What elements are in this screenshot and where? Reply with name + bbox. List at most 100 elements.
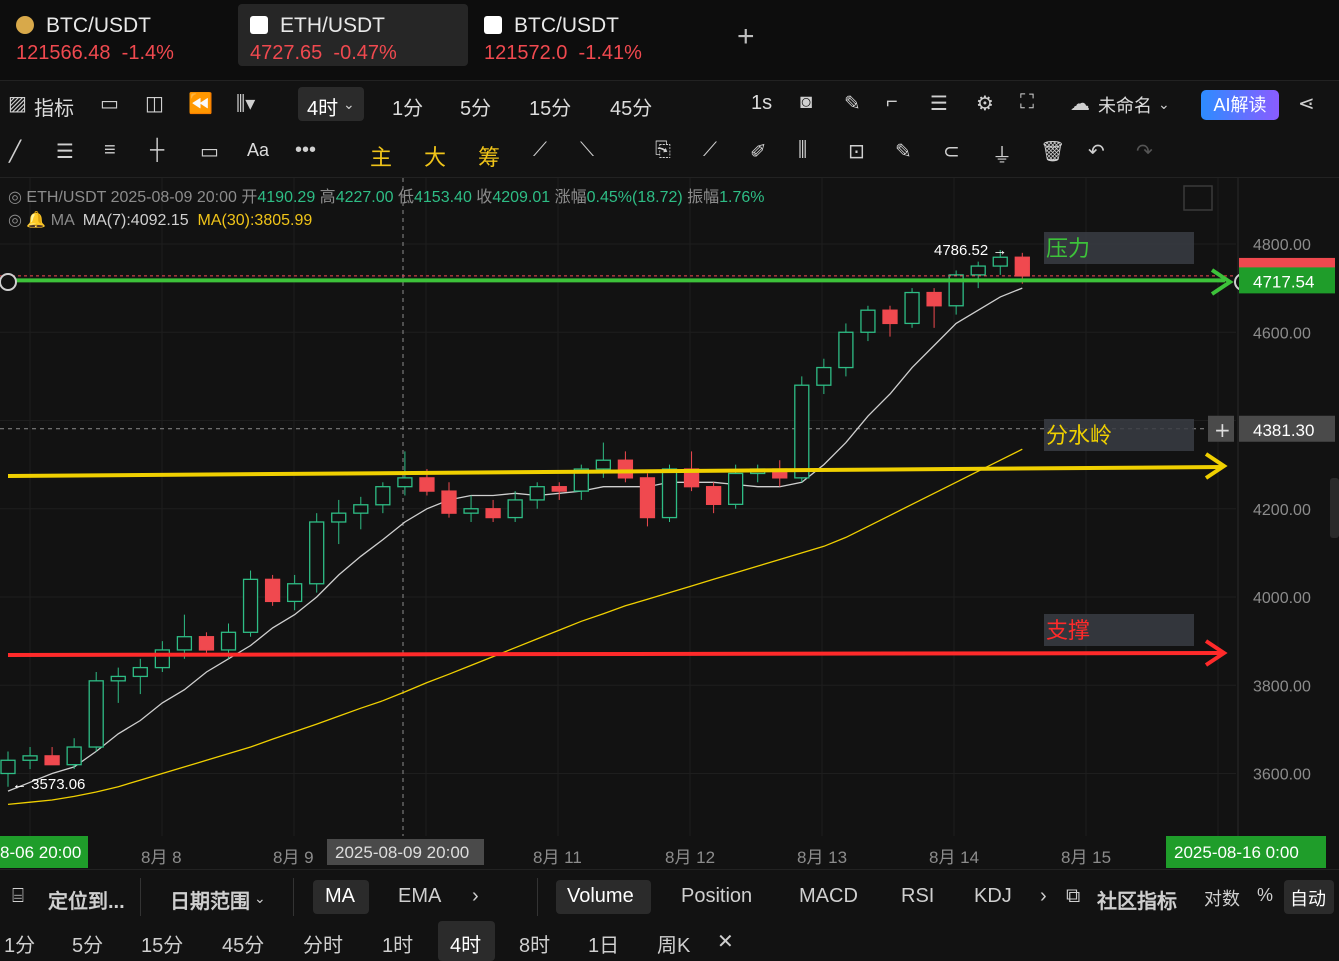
- close-icon[interactable]: ✕: [717, 929, 734, 954]
- locate-button[interactable]: 定位到...: [48, 885, 125, 914]
- pen-icon[interactable]: ✎: [844, 91, 861, 116]
- legend-eye-icon[interactable]: ◎: [8, 212, 26, 229]
- interval-5m[interactable]: 5分: [460, 92, 491, 121]
- period-4h[interactable]: 4时: [450, 929, 481, 958]
- candles-icon[interactable]: ⫼: [798, 139, 807, 162]
- indicator-macd[interactable]: MACD: [799, 885, 858, 908]
- indicator-kdj[interactable]: KDJ: [974, 885, 1012, 908]
- indicator-ema[interactable]: EMA: [398, 885, 441, 908]
- log-scale-toggle[interactable]: 对数: [1204, 885, 1240, 911]
- period-8h[interactable]: 8时: [519, 929, 550, 958]
- interval-45m[interactable]: 45分: [610, 92, 652, 121]
- magic-draw-icon[interactable]: ⟋: [533, 139, 547, 162]
- gear-icon[interactable]: ⚙: [976, 91, 994, 116]
- period-15m[interactable]: 15分: [141, 929, 183, 958]
- chart-area[interactable]: 压力 分水岭 支撑 4786.52 → ← 3573.06 4800.00 4600.00 4…: [0, 178, 1339, 836]
- candle-body: [463, 508, 479, 514]
- replay-icon[interactable]: ⏪: [188, 91, 213, 116]
- chevron-down-icon[interactable]: ⌄: [1158, 96, 1170, 113]
- interval-1s[interactable]: 1s: [751, 92, 772, 115]
- auto-scale-toggle[interactable]: 自动: [1290, 885, 1326, 911]
- indicator-position[interactable]: Position: [681, 885, 752, 908]
- redo-icon[interactable]: ↷: [1136, 139, 1153, 164]
- calendar-icon[interactable]: ▭: [100, 91, 119, 116]
- candle-body: [242, 578, 259, 633]
- ai-interpret-button[interactable]: AI解读: [1201, 90, 1279, 120]
- undo-icon[interactable]: ↶: [1088, 139, 1105, 164]
- crop-icon[interactable]: ⌐: [886, 91, 898, 114]
- trash-icon[interactable]: 🗑: [1040, 139, 1065, 164]
- interval-15m[interactable]: 15分: [529, 92, 571, 121]
- cloud-icon[interactable]: ☁: [1070, 91, 1090, 116]
- candle-body: [176, 636, 193, 651]
- indicator-ma[interactable]: MA: [325, 885, 355, 908]
- magnet-icon[interactable]: ⊂: [943, 139, 960, 164]
- locate-icon[interactable]: ⌸: [12, 885, 24, 908]
- candle-body: [1014, 256, 1030, 277]
- period-week[interactable]: 周K: [657, 929, 690, 958]
- time-axis-start: 8-06 20:00: [0, 843, 82, 862]
- community-indicators[interactable]: 社区指标: [1097, 885, 1177, 914]
- legend-eye-icon[interactable]: ◎: [8, 189, 26, 206]
- indicators-button[interactable]: 指标: [34, 92, 74, 121]
- chevron-right-icon[interactable]: ›: [1040, 885, 1047, 908]
- brush-icon[interactable]: ✐: [750, 139, 767, 164]
- text-tool[interactable]: Aa: [247, 140, 269, 161]
- candle-body: [529, 486, 545, 501]
- price-axis-label: 3600.00: [1253, 767, 1311, 784]
- candle-type-icon[interactable]: ⫼▾: [236, 91, 255, 116]
- bell-icon[interactable]: 🔔: [26, 212, 46, 229]
- tab-btc-usdt-spot[interactable]: BTC/USDT 121566.48 -1.4%: [4, 4, 230, 66]
- add-tab-icon[interactable]: +: [737, 20, 755, 54]
- parallel-lines-icon[interactable]: ☰: [56, 139, 74, 164]
- indicator-rsi[interactable]: RSI: [901, 885, 934, 908]
- more-icon[interactable]: •••: [295, 139, 316, 162]
- layout-name[interactable]: 未命名: [1098, 92, 1152, 118]
- camera-icon[interactable]: ◙: [800, 91, 812, 114]
- share-icon[interactable]: ⋖: [1298, 91, 1315, 116]
- horizontal-line-icon[interactable]: ┼: [150, 139, 164, 162]
- copy-icon[interactable]: ⎘: [655, 139, 671, 162]
- fullscreen-icon[interactable]: ⛶: [1020, 91, 1034, 114]
- horizontal-lines-icon[interactable]: ≡: [104, 139, 116, 162]
- time-axis[interactable]: 8-06 20:00 8月 8 8月 9 2025-08-09 20:00 8月…: [0, 836, 1339, 868]
- candle-body: [816, 366, 832, 386]
- chevron-down-icon[interactable]: ⌄: [343, 96, 355, 113]
- edit-icon[interactable]: ✎: [895, 139, 912, 164]
- candlestick-chart[interactable]: 压力分水岭支撑 4786.52 → ← 3573.06 4800.00 4600.00 4…: [0, 178, 1339, 836]
- line-tool-icon[interactable]: ╱: [9, 139, 21, 164]
- big-order-button[interactable]: 大: [424, 140, 446, 172]
- chip-button[interactable]: 筹: [478, 140, 500, 172]
- legend-high: 4227.00: [335, 189, 394, 206]
- interval-1m[interactable]: 1分: [392, 92, 423, 121]
- tab-eth-usdt[interactable]: ETH/USDT 4727.65 -0.47%: [238, 4, 468, 66]
- period-5m[interactable]: 5分: [72, 929, 103, 958]
- date-range-button[interactable]: 日期范围: [170, 885, 250, 914]
- lock-icon[interactable]: ⊡: [848, 139, 865, 164]
- period-timeshare[interactable]: 分时: [303, 929, 343, 958]
- indicator-volume[interactable]: Volume: [567, 885, 634, 908]
- period-1d[interactable]: 1日: [588, 929, 619, 958]
- price-axis-label: 4600.00: [1253, 325, 1311, 342]
- indicator-icon[interactable]: ▨: [8, 91, 27, 116]
- measure-icon[interactable]: ⟍: [580, 139, 594, 162]
- layout-icon[interactable]: ◫: [145, 91, 164, 116]
- rectangle-icon[interactable]: ▭: [200, 139, 219, 164]
- candle-body: [860, 309, 876, 333]
- period-1h[interactable]: 1时: [382, 929, 413, 958]
- list-icon[interactable]: ☰: [930, 91, 948, 116]
- chevron-down-icon[interactable]: ⌄: [254, 890, 266, 907]
- candle-body: [882, 309, 898, 325]
- period-45m[interactable]: 45分: [222, 929, 264, 958]
- filter-icon[interactable]: ⏚: [992, 139, 1012, 168]
- external-link-icon[interactable]: ⧉: [1066, 885, 1080, 908]
- tab-symbol: ETH/USDT: [280, 14, 385, 37]
- interval-selected[interactable]: 4时: [307, 92, 338, 121]
- period-1m[interactable]: 1分: [4, 929, 35, 958]
- percent-scale-toggle[interactable]: %: [1257, 885, 1273, 906]
- tab-btc-usdt-perp[interactable]: BTC/USDT 121572.0 -1.41%: [472, 4, 698, 66]
- main-force-button[interactable]: 主: [370, 140, 392, 172]
- legend-amp-label: 振幅: [687, 189, 720, 206]
- chevron-right-icon[interactable]: ›: [472, 885, 479, 908]
- ruler-icon[interactable]: ⟋: [703, 139, 717, 162]
